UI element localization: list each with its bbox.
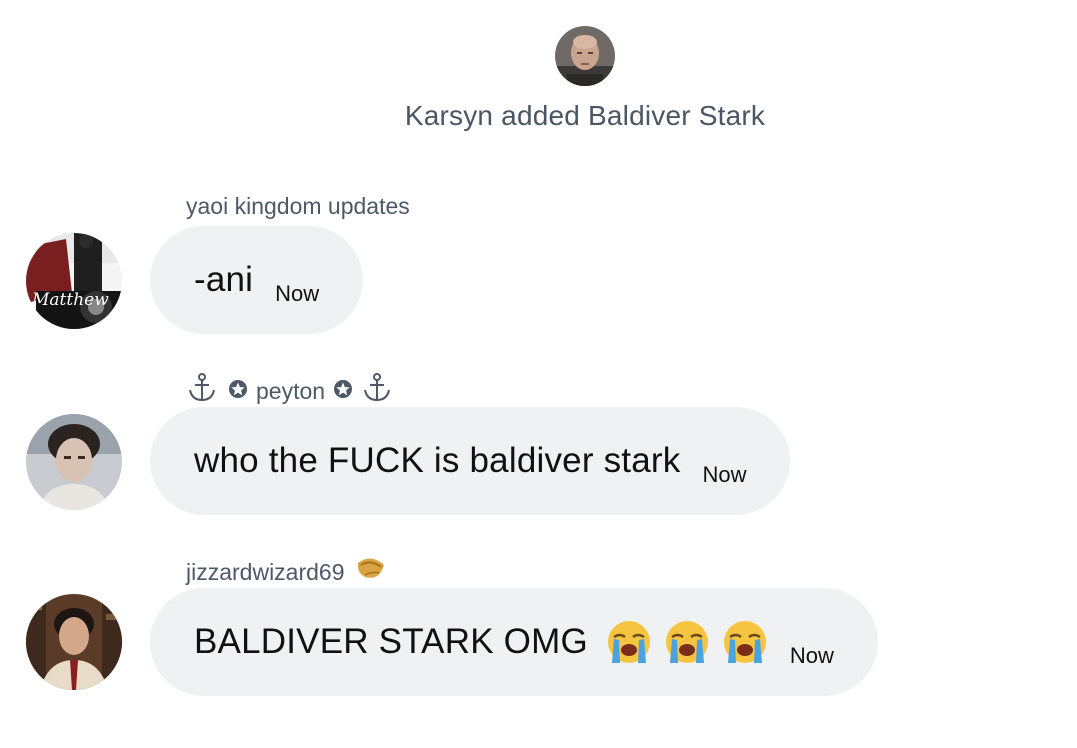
message-bubble[interactable]: -ani Now [150, 226, 364, 334]
anchor-icon [363, 373, 391, 409]
sender-avatar[interactable]: Matthew [26, 233, 122, 329]
avatar-signature: Matthew [31, 290, 109, 310]
sender-name: peyton [256, 377, 326, 404]
sender-avatar[interactable] [26, 594, 122, 690]
loudly-crying-face-icon [607, 621, 650, 663]
sender-name: jizzardwizard69 [186, 558, 345, 585]
sender-name-row: peyton [188, 373, 391, 409]
message-timestamp: Now [702, 462, 747, 487]
message-text: -ani [194, 260, 254, 299]
emoji-group [594, 619, 768, 665]
sender-name: yaoi kingdom updates [186, 193, 410, 219]
star-badge-icon [333, 378, 353, 405]
message-text: who the FUCK is baldiver stark [194, 441, 681, 480]
anchor-icon [188, 373, 216, 409]
message-bubble[interactable]: who the FUCK is baldiver stark Now [150, 407, 791, 515]
message-timestamp: Now [275, 281, 320, 306]
sender-name-row: jizzardwizard69 [186, 555, 387, 589]
fortune-cookie-icon [355, 555, 387, 589]
bald-man-avatar-icon [555, 26, 615, 86]
message-text: BALDIVER STARK OMG [194, 622, 588, 661]
sender-avatar[interactable] [26, 414, 122, 510]
portrait-avatar-icon [26, 594, 122, 690]
system-event-text: Karsyn added Baldiver Stark [404, 100, 766, 131]
car-photo-avatar-icon: Matthew [26, 233, 122, 329]
star-badge-icon [228, 378, 248, 405]
loudly-crying-face-icon [723, 621, 766, 663]
message-bubble[interactable]: BALDIVER STARK OMG Now [150, 588, 878, 696]
system-event: Karsyn added Baldiver Stark [0, 26, 1077, 132]
portrait-avatar-icon [26, 414, 122, 510]
added-member-avatar[interactable] [555, 26, 615, 86]
message-timestamp: Now [789, 643, 834, 668]
loudly-crying-face-icon [665, 621, 708, 663]
